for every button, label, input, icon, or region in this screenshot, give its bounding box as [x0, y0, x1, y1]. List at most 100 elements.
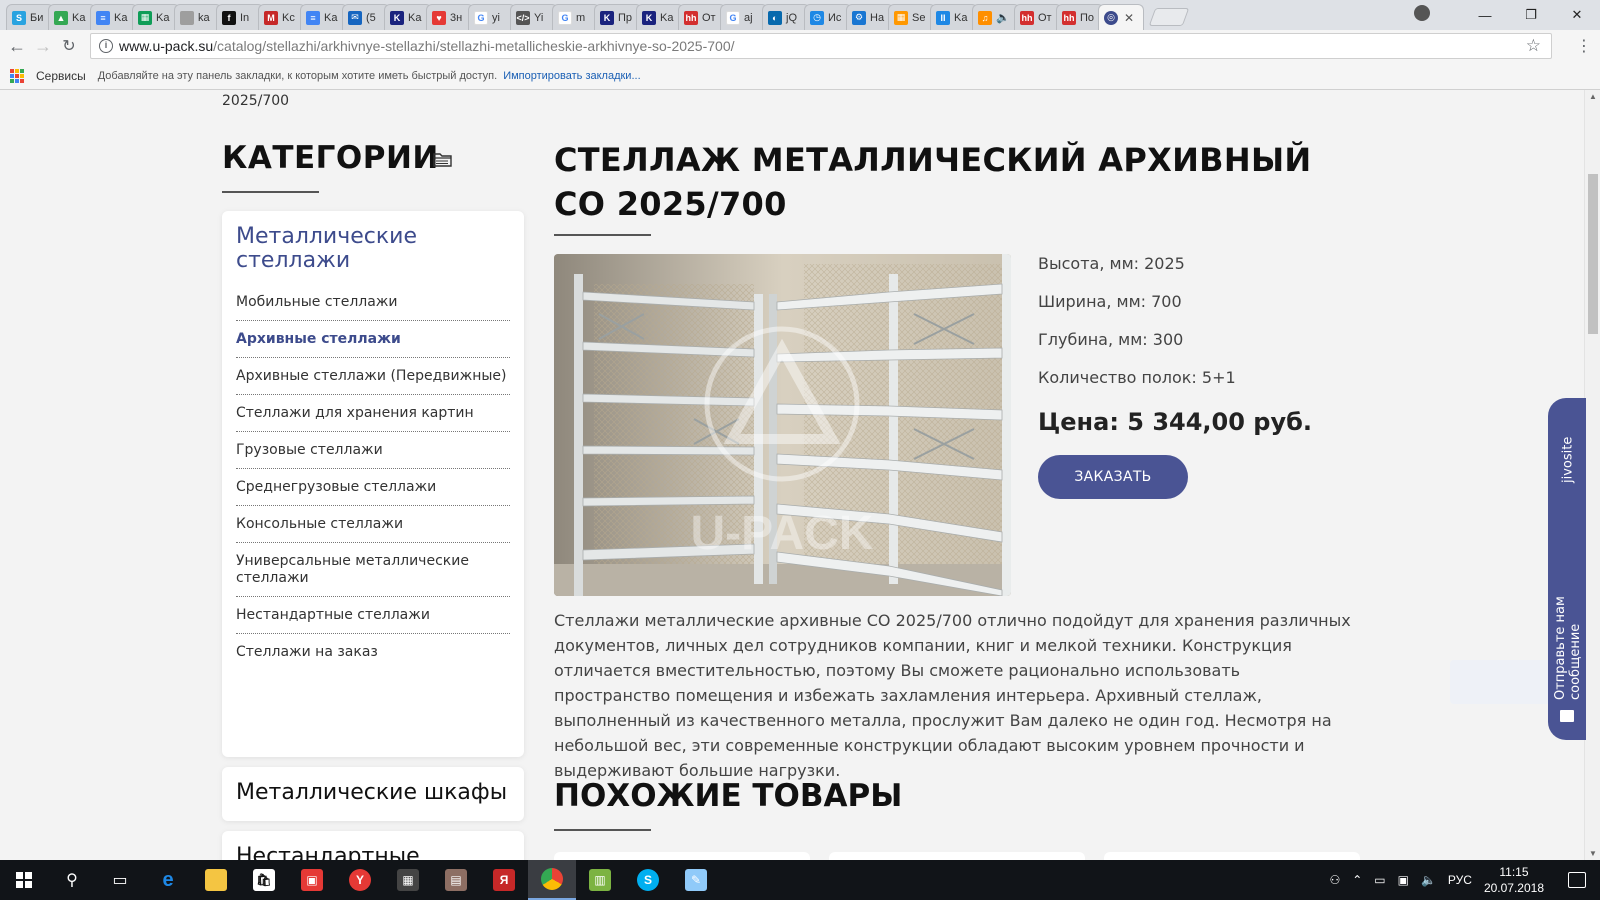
browser-tab[interactable]: K Ka	[636, 4, 684, 30]
browser-tab-active[interactable]: ◎ ✕	[1098, 4, 1144, 30]
tab-label: Ka	[660, 11, 674, 24]
tab-favicon-icon: ≡	[306, 10, 320, 25]
apps-grid-icon[interactable]	[10, 68, 24, 83]
file-explorer-icon[interactable]	[192, 860, 240, 900]
subcategory-link[interactable]: Нестандартные стеллажи	[236, 607, 510, 634]
subcategory-link[interactable]: Стеллажи для хранения картин	[236, 405, 510, 432]
spec-shelves: Количество полок: 5+1	[1038, 368, 1236, 387]
category-title-metal-cabinets[interactable]: Металлические шкафы	[236, 781, 510, 805]
browser-tab[interactable]: M Kc	[258, 4, 306, 30]
browser-tab[interactable]: Gyi	[468, 4, 516, 30]
browser-tab[interactable]: Gaj	[720, 4, 768, 30]
yandex-browser-icon[interactable]: Y	[336, 860, 384, 900]
chat-widget-label[interactable]: Отправьте нам сообщение	[1553, 525, 1583, 700]
scroll-up-arrow-icon[interactable]: ▲	[1589, 92, 1597, 101]
similar-product-card[interactable]	[554, 852, 810, 860]
subcategory-link[interactable]: Грузовые стеллажи	[236, 442, 510, 469]
forward-arrow-icon[interactable]: →	[30, 36, 56, 57]
url-text[interactable]: www.u-pack.su/catalog/stellazhi/arkhivny…	[119, 38, 735, 54]
profile-icon[interactable]	[1414, 5, 1430, 21]
chrome-menu-icon[interactable]: ⋮	[1576, 36, 1592, 56]
gift-app-icon[interactable]: ▣	[288, 860, 336, 900]
browser-tab[interactable]: ka	[174, 4, 222, 30]
browser-tab[interactable]: ≡ Ka	[300, 4, 348, 30]
browser-tab[interactable]: ♫ 🔈	[972, 4, 1020, 30]
browser-tab[interactable]: hh От	[1014, 4, 1062, 30]
browser-tab[interactable]: ♥ 3н	[426, 4, 474, 30]
people-icon[interactable]: ⚇	[1329, 873, 1340, 887]
import-bookmarks-link[interactable]: Импортировать закладки...	[503, 70, 640, 82]
browser-tab[interactable]: Gm	[552, 4, 600, 30]
battery-icon[interactable]: ▭	[1374, 873, 1385, 887]
tab-favicon-icon: ▦	[894, 10, 908, 25]
browser-tab[interactable]: ◐ jQ	[762, 4, 810, 30]
browser-tab[interactable]: hh По	[1056, 4, 1104, 30]
reload-icon[interactable]: ↻	[56, 36, 82, 56]
subcategory-link[interactable]: Универсальные металлические стеллажи	[236, 553, 510, 597]
volume-icon[interactable]: 🔈	[1421, 873, 1436, 887]
browser-tab[interactable]: II Ka	[930, 4, 978, 30]
browser-tab[interactable]: K Ka	[384, 4, 432, 30]
search-icon[interactable]: ⚲	[48, 860, 96, 900]
order-button[interactable]: ЗАКАЗАТЬ	[1038, 455, 1188, 499]
page-scrollbar[interactable]: ▲ ▼	[1584, 90, 1600, 860]
product-image[interactable]: U-PACK	[554, 254, 1011, 596]
browser-tab[interactable]: f In	[216, 4, 264, 30]
category-card-metal-cabinets: Металлические шкафы	[222, 767, 524, 821]
subcategory-link[interactable]: Стеллажи на заказ	[236, 644, 510, 670]
store-icon[interactable]: 🛍	[240, 860, 288, 900]
subcategory-link[interactable]: Консольные стеллажи	[236, 516, 510, 543]
bookmark-star-icon[interactable]: ☆	[1526, 36, 1541, 56]
chevron-up-icon[interactable]: ⌃	[1352, 873, 1362, 887]
tab-favicon-icon: S	[12, 10, 26, 25]
browser-tab[interactable]: </> Yi	[510, 4, 558, 30]
notifications-icon[interactable]	[1568, 872, 1586, 888]
network-icon[interactable]: ▣	[1398, 873, 1409, 887]
subcategory-link[interactable]: Среднегрузовые стеллажи	[236, 479, 510, 506]
similar-product-card[interactable]	[1104, 852, 1360, 860]
browser-tab[interactable]: ▦ Se	[888, 4, 936, 30]
edge-browser-icon[interactable]: e	[144, 860, 192, 900]
back-arrow-icon[interactable]: ←	[4, 36, 30, 57]
browser-tab[interactable]: hh От	[678, 4, 726, 30]
clock[interactable]: 11:15 20.07.2018	[1484, 864, 1544, 896]
address-bar[interactable]: i www.u-pack.su/catalog/stellazhi/arkhiv…	[90, 33, 1552, 59]
bookmark-services[interactable]: Сервисы	[36, 69, 86, 83]
subcategory-link[interactable]: Мобильные стеллажи	[236, 294, 510, 321]
browser-toolbar: ← → ↻ i www.u-pack.su/catalog/stellazhi/…	[0, 30, 1600, 62]
browser-tab[interactable]: ▲ Ka	[48, 4, 96, 30]
category-title-metal-shelving[interactable]: Металлические стеллажи	[236, 225, 510, 273]
browser-tab[interactable]: ◷ Ис	[804, 4, 852, 30]
breadcrumb[interactable]: 2025/700	[222, 93, 289, 109]
browser-tab[interactable]: ⚙ На	[846, 4, 894, 30]
browser-tab[interactable]: K Пр	[594, 4, 642, 30]
scroll-down-arrow-icon[interactable]: ▼	[1589, 849, 1597, 858]
skype-icon[interactable]: S	[624, 860, 672, 900]
close-tab-icon[interactable]: ✕	[1124, 11, 1134, 25]
maximize-icon[interactable]: ❐	[1508, 7, 1554, 23]
windows-start-icon[interactable]	[0, 860, 48, 900]
new-tab-button[interactable]	[1148, 8, 1190, 26]
close-window-icon[interactable]: ✕	[1554, 7, 1600, 23]
browser-tab[interactable]: S Би	[6, 4, 54, 30]
calculator-icon[interactable]: ▦	[384, 860, 432, 900]
tab-label: In	[240, 11, 250, 24]
task-view-icon[interactable]: ▭	[96, 860, 144, 900]
chrome-icon[interactable]	[528, 860, 576, 900]
browser-tab[interactable]: ▦ Ka	[132, 4, 180, 30]
browser-tab[interactable]: ≡ Ka	[90, 4, 138, 30]
language-indicator[interactable]: РУС	[1448, 873, 1472, 887]
browser-tab[interactable]: ✉ (5	[342, 4, 390, 30]
similar-product-card[interactable]	[829, 852, 1085, 860]
spreadsheet-app-icon[interactable]: ▥	[576, 860, 624, 900]
scroll-thumb[interactable]	[1588, 174, 1598, 334]
info-icon[interactable]: i	[99, 39, 113, 53]
category-title-custom-structures[interactable]: Нестандартные металлоконструкции	[236, 845, 510, 861]
tab-label: Kc	[282, 11, 295, 24]
subcategory-link[interactable]: Архивные стеллажи	[236, 331, 510, 358]
archive-app-icon[interactable]: ▤	[432, 860, 480, 900]
yandex-icon[interactable]: Я	[480, 860, 528, 900]
paint-icon[interactable]: ✎	[672, 860, 720, 900]
subcategory-link[interactable]: Архивные стеллажи (Передвижные)	[236, 368, 510, 395]
minimize-icon[interactable]: —	[1462, 8, 1508, 23]
